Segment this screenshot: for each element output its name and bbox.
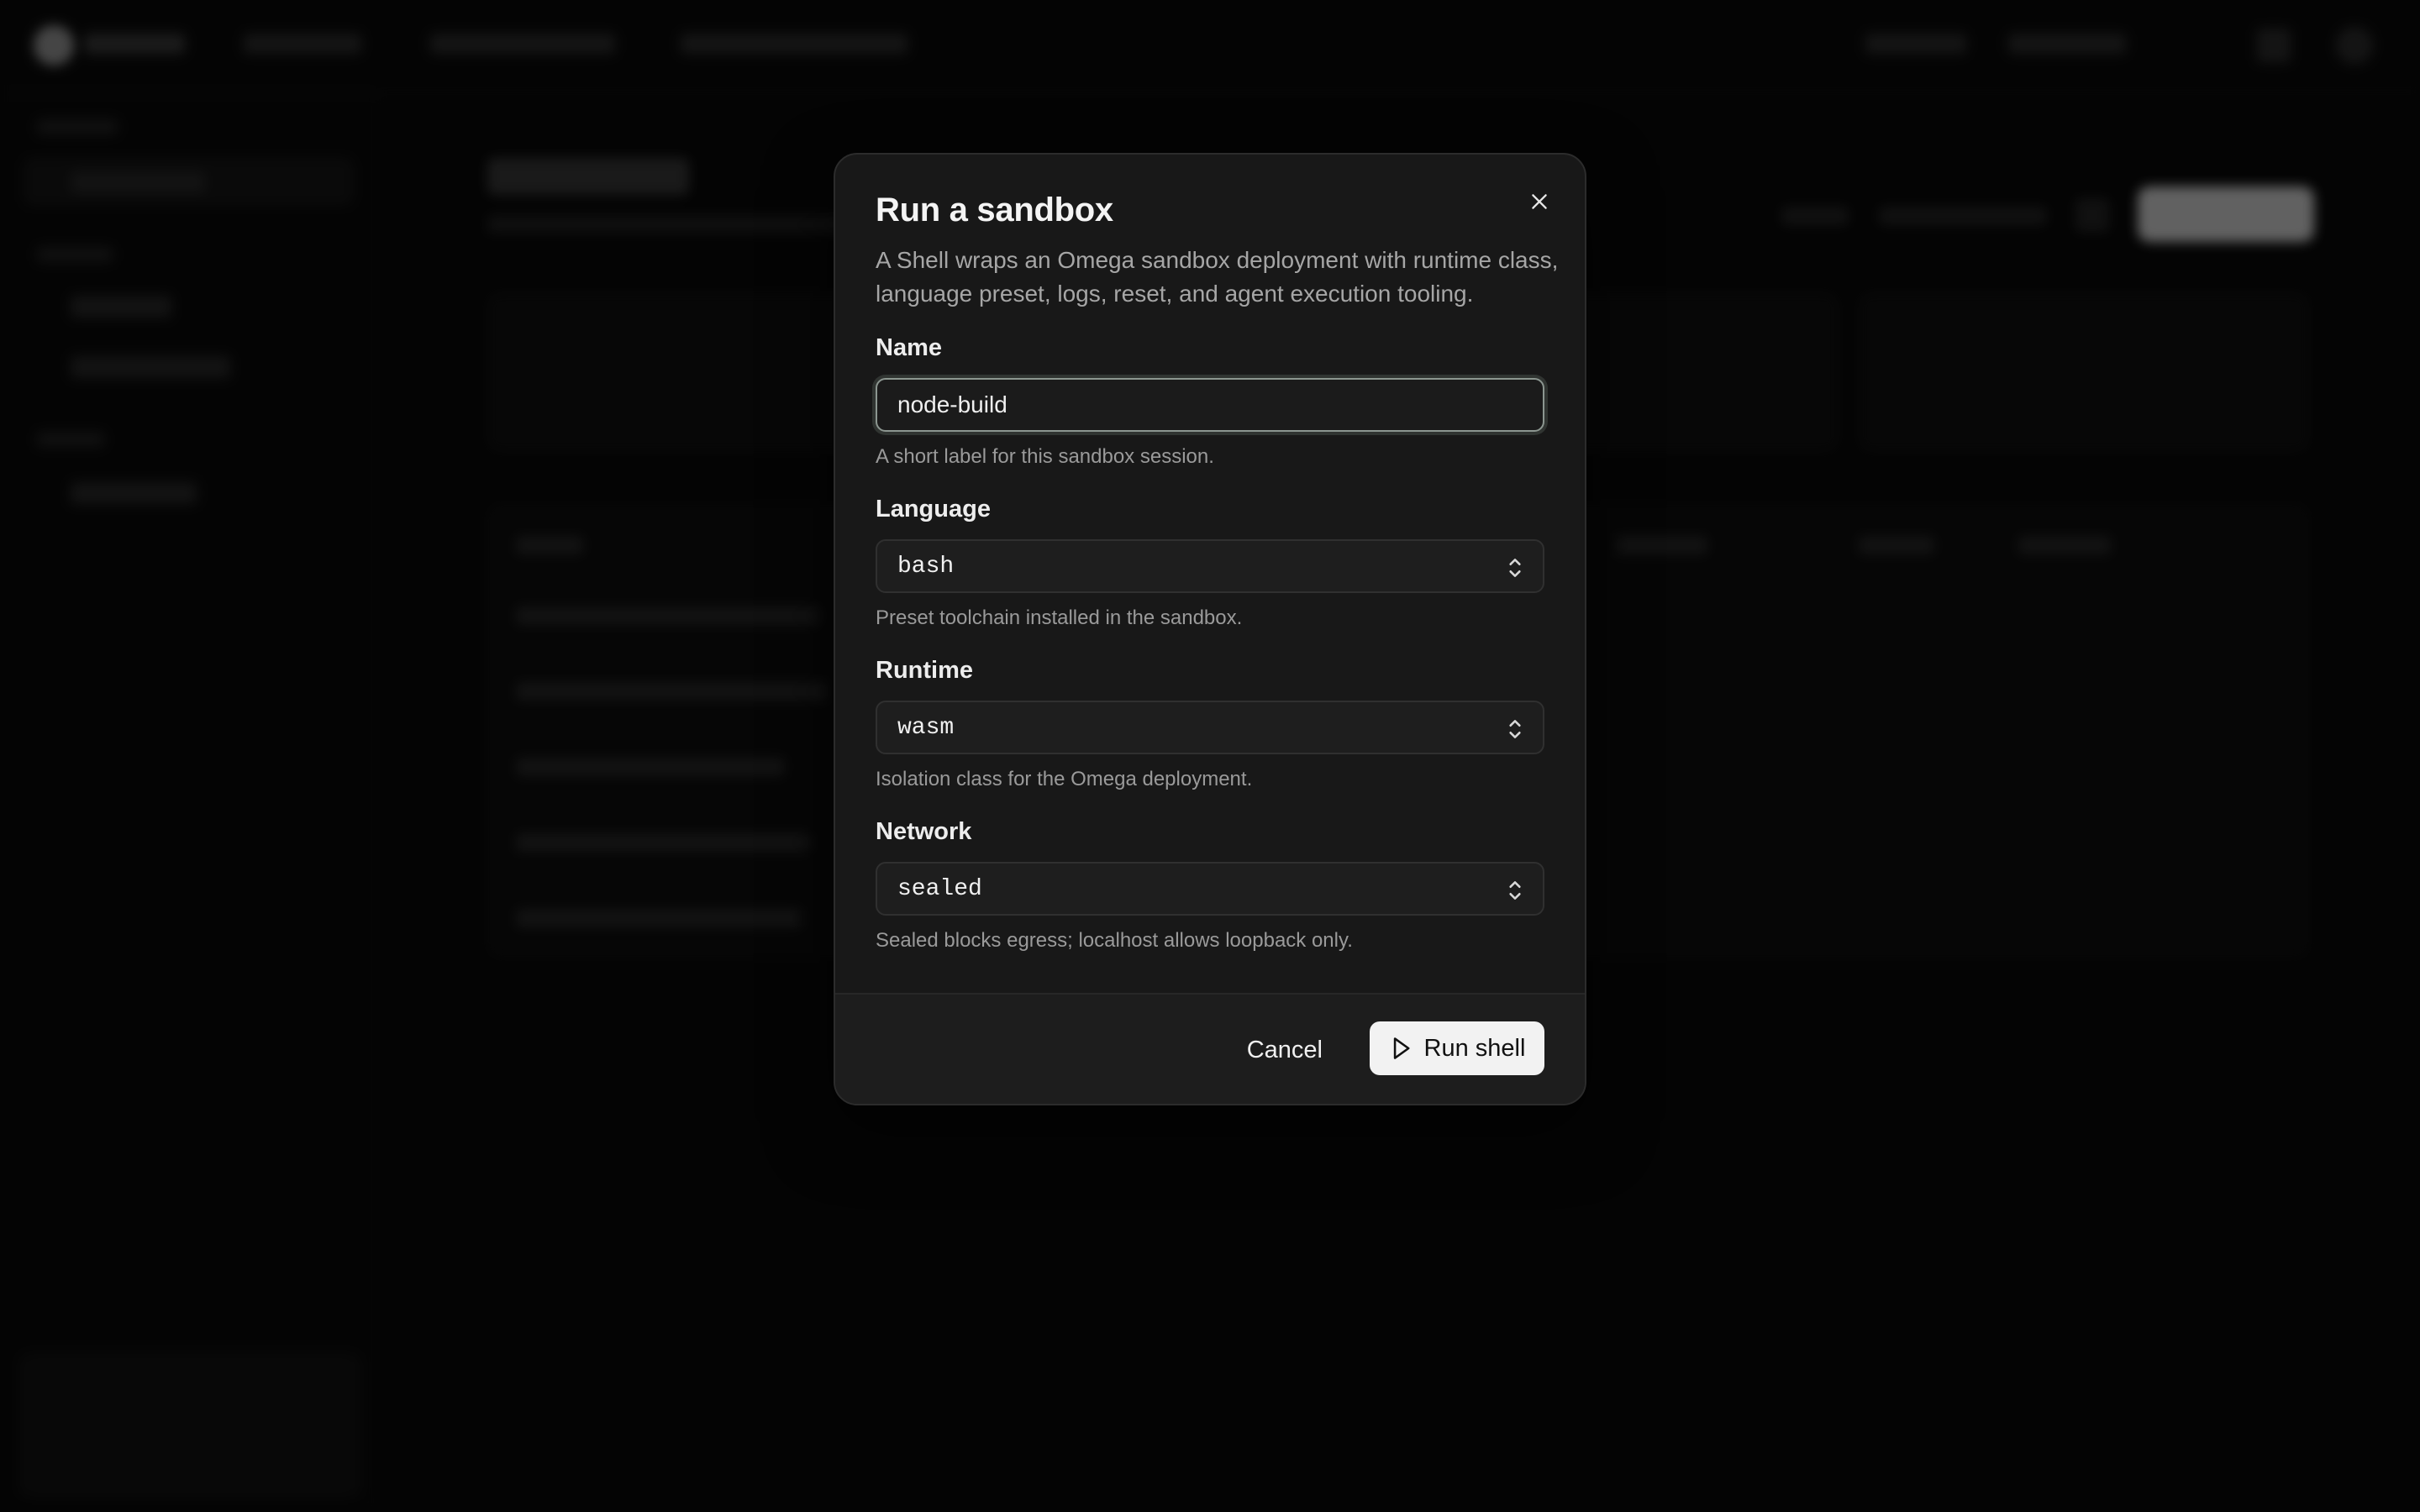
runtime-hint: Isolation class for the Omega deployment… <box>876 768 1253 790</box>
name-label: Name <box>876 334 942 361</box>
close-icon <box>1532 194 1547 209</box>
name-field[interactable] <box>876 378 1544 432</box>
close-button[interactable] <box>1519 181 1560 222</box>
network-label: Network <box>876 818 972 845</box>
language-value: bash <box>897 553 955 580</box>
run-sandbox-dialog: Run a sandbox A Shell wraps an Omega san… <box>834 153 1586 1105</box>
chevron-up-down-icon <box>1509 559 1521 577</box>
language-label: Language <box>876 496 991 522</box>
name-hint: A short label for this sandbox session. <box>876 445 1214 468</box>
language-select[interactable]: bash <box>876 539 1544 593</box>
run-shell-label: Run shell <box>1423 1034 1526 1062</box>
network-value: sealed <box>897 875 982 902</box>
language-hint: Preset toolchain installed in the sandbo… <box>876 606 1243 629</box>
app-window: Run a sandbox A Shell wraps an Omega san… <box>0 0 2420 1512</box>
name-input[interactable] <box>897 391 1523 418</box>
run-shell-button[interactable]: Run shell <box>1370 1021 1544 1075</box>
dialog-title: Run a sandbox <box>876 192 1113 228</box>
play-icon <box>1393 1037 1410 1059</box>
network-select[interactable]: sealed <box>876 862 1544 916</box>
runtime-select[interactable]: wasm <box>876 701 1544 754</box>
runtime-label: Runtime <box>876 657 973 684</box>
dialog-footer: Cancel Run shell <box>835 993 1585 1104</box>
chevron-up-down-icon <box>1509 881 1521 900</box>
chevron-up-down-icon <box>1509 720 1521 738</box>
network-hint: Sealed blocks egress; localhost allows l… <box>876 929 1353 952</box>
cancel-button[interactable]: Cancel <box>1237 1025 1333 1075</box>
runtime-value: wasm <box>897 714 955 741</box>
dialog-description: A Shell wraps an Omega sandbox deploymen… <box>876 247 1559 307</box>
